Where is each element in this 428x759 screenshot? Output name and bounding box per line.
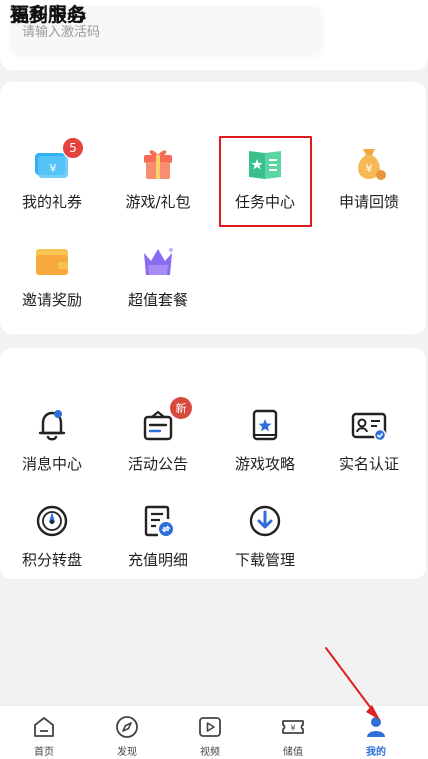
tab-label: 发现	[117, 747, 137, 758]
home-icon	[34, 717, 54, 737]
welfare-item-label: 邀请奖励	[21, 291, 82, 309]
new-badge: 新	[170, 397, 192, 419]
compass-icon	[116, 716, 138, 738]
welfare-item-game-gifts[interactable]: 游戏/礼包	[112, 143, 204, 212]
service-item-label: 实名认证	[338, 455, 399, 473]
welfare-item-label: 游戏/礼包	[125, 193, 191, 211]
welfare-item-label: 我的礼券	[21, 193, 82, 211]
user-profile-icon	[367, 717, 385, 737]
tab-discover[interactable]: 发现	[97, 714, 157, 758]
announcement-icon: 新	[138, 397, 192, 445]
coupon-ticket-icon: ¥ 5	[32, 137, 84, 183]
task-center-highlight-box	[219, 136, 312, 227]
tab-label: 我的	[366, 747, 386, 758]
wallet-icon	[32, 241, 72, 281]
service-item-recharge-details[interactable]: 充值明细	[112, 501, 204, 570]
coupon-count-badge: 5	[62, 137, 84, 159]
bell-icon	[32, 405, 72, 445]
service-item-label: 游戏攻略	[234, 455, 295, 473]
spin-wheel-icon	[32, 501, 72, 541]
svg-text:¥: ¥	[366, 162, 373, 175]
gift-box-icon	[138, 143, 178, 183]
tab-label: 视频	[200, 747, 220, 758]
welfare-item-apply-feedback[interactable]: ¥ 申请回馈	[323, 143, 415, 212]
welfare-item-label: 申请回馈	[338, 193, 399, 211]
service-item-download-manager[interactable]: 下载管理	[219, 501, 311, 570]
welfare-item-value-package[interactable]: 超值套餐	[112, 241, 204, 310]
service-item-message-center[interactable]: 消息中心	[6, 405, 98, 474]
tab-label: 储值	[283, 747, 303, 758]
service-item-real-name-auth[interactable]: 实名认证	[323, 405, 415, 474]
tab-mine[interactable]: 我的	[346, 714, 406, 758]
welfare-item-invite-rewards[interactable]: 邀请奖励	[6, 241, 98, 310]
money-bag-icon: ¥	[349, 143, 389, 183]
welfare-item-label: 超值套餐	[127, 291, 188, 309]
id-card-icon	[349, 405, 389, 445]
stored-value-ticket-icon: ¥	[282, 720, 304, 734]
video-play-icon	[199, 717, 221, 737]
more-services-title: 更多服务	[10, 4, 87, 26]
service-item-points-wheel[interactable]: 积分转盘	[6, 501, 98, 570]
tab-label: 首页	[34, 747, 54, 758]
service-item-label: 积分转盘	[21, 551, 82, 569]
recharge-detail-icon	[138, 501, 178, 541]
service-item-label: 充值明细	[127, 551, 188, 569]
svg-text:¥: ¥	[50, 162, 57, 175]
service-item-activity-notice[interactable]: 新 活动公告	[112, 397, 204, 474]
welfare-item-my-coupons[interactable]: ¥ 5 我的礼券	[6, 137, 98, 212]
service-item-label: 下载管理	[234, 551, 295, 569]
package-crown-icon	[138, 241, 178, 281]
tab-video[interactable]: 视频	[180, 714, 240, 758]
bottom-tab-bar: 首页 发现 视频 ¥ 储值 我的	[0, 705, 428, 759]
service-item-label: 活动公告	[127, 455, 188, 473]
tab-stored-value[interactable]: ¥ 储值	[263, 714, 323, 758]
tab-home[interactable]: 首页	[14, 714, 74, 758]
service-item-game-guide[interactable]: 游戏攻略	[219, 405, 311, 474]
guide-book-icon	[245, 405, 285, 445]
svg-text:¥: ¥	[290, 724, 295, 733]
download-icon	[245, 501, 285, 541]
service-item-label: 消息中心	[21, 455, 82, 473]
